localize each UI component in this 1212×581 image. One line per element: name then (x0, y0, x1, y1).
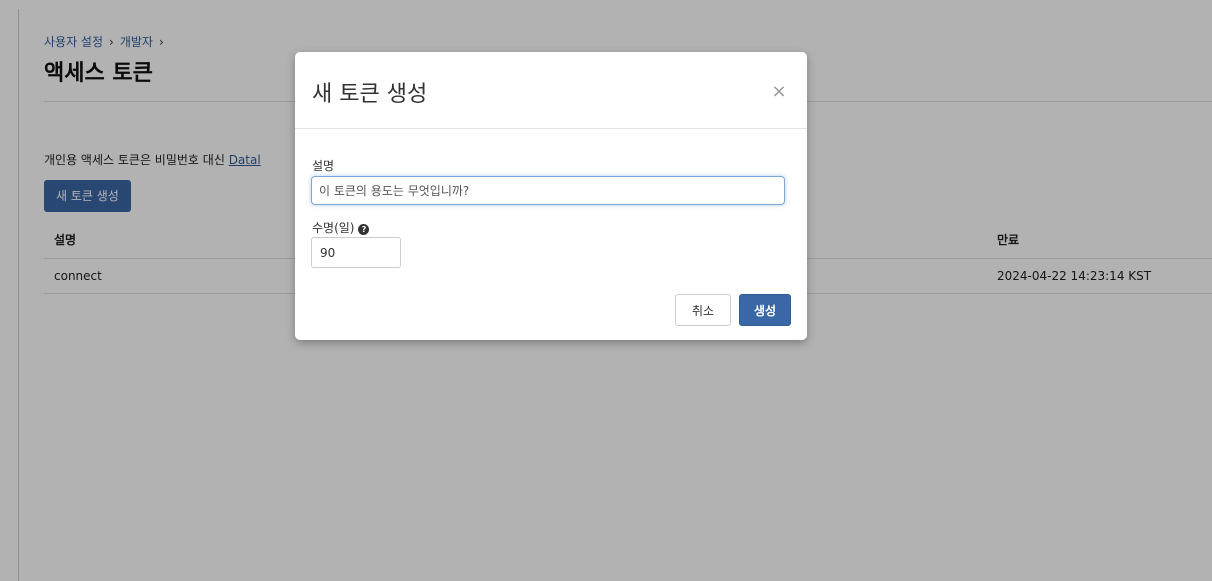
lifetime-label-text: 수명(일) (312, 221, 355, 235)
description-input[interactable] (311, 176, 785, 205)
dialog-header: 새 토큰 생성 × (295, 52, 807, 129)
description-label: 설명 (312, 159, 335, 173)
dialog-body: 설명 수명(일)? 취소 생성 (295, 129, 807, 340)
lifetime-days-input[interactable] (311, 237, 401, 268)
dialog-title: 새 토큰 생성 (312, 82, 428, 107)
cancel-button[interactable]: 취소 (675, 294, 731, 326)
page: 사용자 설정 › 개발자 › 액세스 토큰 개인용 액세스 토큰은 비밀번호 대신 D… (0, 0, 1212, 581)
help-icon[interactable]: ? (358, 224, 370, 235)
close-icon[interactable]: × (771, 83, 787, 101)
lifetime-label: 수명(일)? (312, 219, 370, 236)
create-token-dialog: 새 토큰 생성 × 설명 수명(일)? 취소 생성 (295, 52, 807, 340)
create-button[interactable]: 생성 (739, 294, 791, 326)
